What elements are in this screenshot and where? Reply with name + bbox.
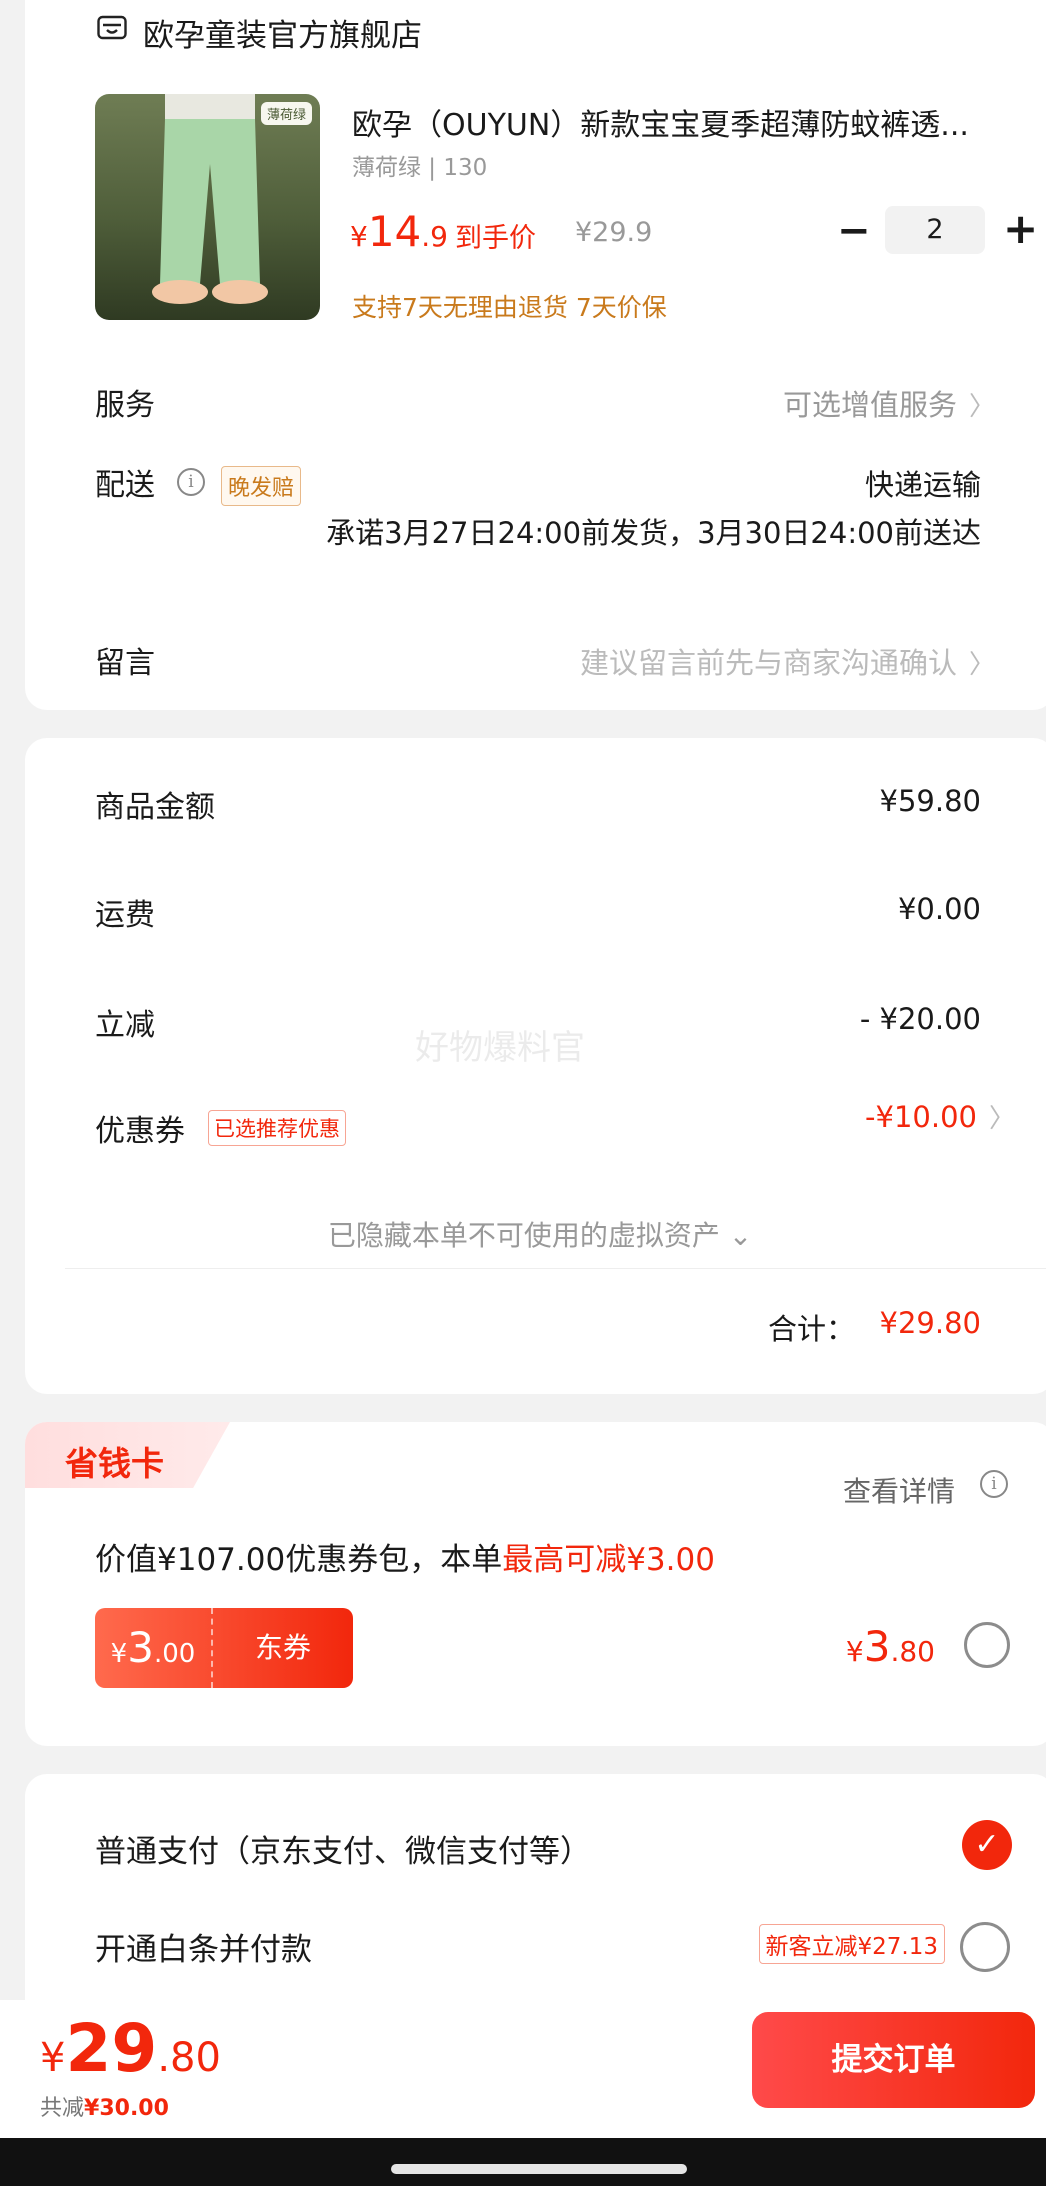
total-discount: 共减¥30.00 <box>40 2090 169 2122</box>
view-details-link[interactable]: 查看详情 <box>843 1470 955 1510</box>
new-user-discount-badge: 新客立减¥27.13 <box>758 1924 945 1964</box>
coupon-symbol: ¥ <box>110 1639 128 1669</box>
original-price: ¥29.9 <box>575 217 653 248</box>
message-input[interactable]: 建议留言前先与商家沟通确认〉 <box>580 640 995 682</box>
normal-payment-label[interactable]: 普通支付（京东支付、微信支付等） <box>95 1826 591 1871</box>
coupon-type: 东券 <box>254 1631 311 1664</box>
coupon-ticket[interactable]: ¥3.00 东券 <box>95 1608 353 1688</box>
product-thumbnail[interactable]: 薄荷绿 <box>95 94 320 320</box>
saver-price-symbol: ¥ <box>845 1635 864 1668</box>
total-label: 合计： <box>767 1312 855 1346</box>
goods-amount-label: 商品金额 <box>95 790 215 825</box>
total-value: ¥29.80 <box>879 1306 981 1340</box>
checkout-price-decimal: .80 <box>157 2035 221 2081</box>
shipping-label: 运费 <box>95 898 155 933</box>
saver-card-title: 省钱卡 <box>65 1444 164 1483</box>
checkout-price-symbol: ¥ <box>40 2035 66 2081</box>
delivery-label: 配送 <box>95 468 155 503</box>
coupon-selector[interactable]: -¥10.00 〉 <box>865 1098 1015 1135</box>
service-label: 服务 <box>95 388 155 423</box>
coupon-label: 优惠券 <box>95 1114 185 1149</box>
chevron-right-icon: 〉 <box>988 1104 1015 1134</box>
delivery-promise: 承诺3月27日24:00前发货，3月30日24:00前送达 <box>326 516 981 550</box>
store-icon <box>97 15 127 40</box>
store-card: 欧孕童装官方旗舰店 薄荷绿 欧孕（OUYUN）新款宝宝夏季超薄防蚊裤透... 薄… <box>25 0 1046 710</box>
saver-desc-prefix: 价值¥107.00优惠券包，本单 <box>95 1542 503 1578</box>
product-variant[interactable]: 薄荷绿 | 130 <box>352 148 487 182</box>
shipping-value: ¥0.00 <box>897 892 981 926</box>
saver-price-decimal: .80 <box>890 1635 935 1668</box>
info-icon[interactable]: i <box>177 468 205 496</box>
service-value: 可选增值服务 <box>782 388 957 422</box>
price-decimal: .9 <box>421 220 448 253</box>
divider <box>65 1268 1046 1269</box>
amount-card: 商品金额 ¥59.80 运费 ¥0.00 好物爆料官 立减 - ¥20.00 优… <box>25 738 1046 1394</box>
delivery-method[interactable]: 快递运输 <box>865 462 981 504</box>
baitiao-payment-label[interactable]: 开通白条并付款 <box>95 1924 312 1969</box>
checkout-total: ¥29.80 <box>40 2010 221 2087</box>
service-option[interactable]: 可选增值服务〉 <box>783 382 995 424</box>
baitiao-payment-radio[interactable] <box>960 1922 1010 1972</box>
home-indicator[interactable] <box>391 2164 687 2174</box>
instant-discount-value: - ¥20.00 <box>859 1002 981 1036</box>
message-placeholder: 建议留言前先与商家沟通确认 <box>579 646 957 680</box>
hidden-assets-toggle[interactable]: 已隐藏本单不可使用的虚拟资产 ⌄ <box>25 1214 1046 1254</box>
total-discount-prefix: 共减 <box>40 2096 85 2121</box>
instant-discount-label: 立减 <box>95 1008 155 1043</box>
coupon-amount: ¥3.00 <box>95 1608 213 1688</box>
goods-amount-value: ¥59.80 <box>879 784 981 818</box>
chevron-right-icon: 〉 <box>968 392 995 422</box>
chevron-right-icon: 〉 <box>968 650 995 680</box>
price-integer: 14 <box>367 207 422 256</box>
late-shipment-badge: 晚发赔 <box>221 466 302 506</box>
saver-card-price: ¥3.80 <box>846 1622 935 1671</box>
product-title[interactable]: 欧孕（OUYUN）新款宝宝夏季超薄防蚊裤透... <box>352 100 969 144</box>
saver-desc-highlight: 最高可减¥3.00 <box>502 1542 715 1578</box>
watermark: 好物爆料官 <box>415 1028 585 1068</box>
coupon-integer: 3 <box>127 1623 154 1672</box>
system-navigation-bar <box>0 2138 1046 2186</box>
saver-card-radio[interactable] <box>964 1622 1010 1668</box>
saver-description: 价值¥107.00优惠券包，本单最高可减¥3.00 <box>95 1534 715 1579</box>
quantity-decrease-button[interactable]: − <box>837 208 871 254</box>
pants-image <box>152 94 268 304</box>
price-symbol: ¥ <box>350 220 368 253</box>
quantity-increase-button[interactable]: + <box>1003 204 1038 253</box>
submit-order-button[interactable]: 提交订单 <box>752 2012 1035 2108</box>
info-icon[interactable]: i <box>980 1470 1008 1498</box>
coupon-decimal: .00 <box>153 1639 196 1669</box>
coupon-value: -¥10.00 <box>865 1100 977 1134</box>
store-name[interactable]: 欧孕童装官方旗舰店 <box>143 10 422 55</box>
final-price: ¥14.9 <box>350 207 448 256</box>
saver-card: 省钱卡 查看详情 i 价值¥107.00优惠券包，本单最高可减¥3.00 ¥3.… <box>25 1422 1046 1746</box>
normal-payment-radio-checked[interactable]: ✓ <box>962 1820 1012 1870</box>
final-price-label: 到手价 <box>455 223 536 254</box>
checkout-bar: ¥29.80 共减¥30.00 提交订单 <box>0 2000 1046 2138</box>
message-label: 留言 <box>95 646 155 681</box>
guarantee-text: 支持7天无理由退货 7天价保 <box>352 293 667 322</box>
total-discount-value: ¥30.00 <box>84 2096 169 2121</box>
quantity-field[interactable]: 2 <box>885 206 985 254</box>
coupon-selected-badge: 已选推荐优惠 <box>208 1110 346 1146</box>
saver-price-integer: 3 <box>863 1622 891 1671</box>
checkout-price-integer: 29 <box>65 2010 158 2087</box>
